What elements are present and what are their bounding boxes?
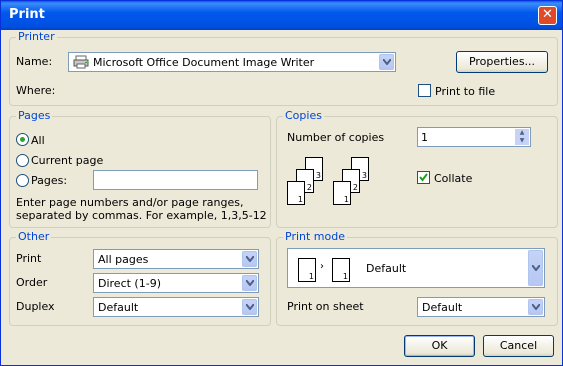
printer-legend: Printer bbox=[16, 30, 57, 43]
checkmark-icon bbox=[419, 173, 428, 182]
collate-page: 1 bbox=[333, 181, 351, 205]
other-duplex-value: Default bbox=[98, 301, 139, 314]
print-on-sheet-value: Default bbox=[422, 301, 463, 314]
print-mode-value: Default bbox=[366, 262, 407, 275]
chevron-down-icon[interactable] bbox=[242, 299, 257, 315]
print-on-sheet-select[interactable]: Default bbox=[417, 297, 545, 317]
other-order-select[interactable]: Direct (1-9) bbox=[93, 273, 259, 293]
print-mode-page-icon: 1 bbox=[332, 258, 350, 282]
title-bar[interactable]: Print ✕ bbox=[1, 1, 562, 30]
close-icon: ✕ bbox=[542, 7, 553, 22]
print-mode-group: Print mode 1 › 1 Default Print on sheet … bbox=[276, 231, 558, 326]
chevron-down-icon[interactable] bbox=[528, 250, 543, 286]
pages-current-radio[interactable] bbox=[16, 154, 29, 167]
copies-group: Copies Number of copies 1 ▲ ▼ 3 2 1 3 2 … bbox=[276, 110, 558, 228]
pages-hint-line2: separated by commas. For example, 1,3,5-… bbox=[16, 209, 267, 222]
print-to-file-checkbox[interactable] bbox=[418, 84, 431, 97]
print-mode-page-icon: 1 bbox=[298, 258, 316, 282]
chevron-down-icon[interactable] bbox=[528, 299, 543, 315]
cancel-button[interactable]: Cancel bbox=[483, 335, 554, 357]
printer-where-label: Where: bbox=[16, 84, 56, 97]
other-print-label: Print bbox=[16, 252, 42, 265]
pages-group: Pages All Current page Pages: Enter page… bbox=[9, 110, 271, 228]
other-order-value: Direct (1-9) bbox=[98, 277, 161, 290]
pages-all-radio[interactable] bbox=[16, 133, 29, 146]
other-legend: Other bbox=[16, 230, 52, 243]
ok-button[interactable]: OK bbox=[404, 335, 475, 357]
other-group: Other Print All pages Order Direct (1-9)… bbox=[9, 231, 271, 326]
collate-illustration: 3 2 1 3 2 1 bbox=[287, 157, 397, 217]
pages-all-label: All bbox=[31, 134, 45, 147]
printer-name-select[interactable]: Microsoft Office Document Image Writer bbox=[68, 52, 396, 72]
print-mode-legend: Print mode bbox=[283, 230, 347, 243]
collate-checkbox[interactable] bbox=[417, 171, 430, 184]
print-mode-select[interactable]: 1 › 1 Default bbox=[287, 248, 545, 288]
pages-current-label: Current page bbox=[31, 154, 104, 167]
pages-range-input[interactable] bbox=[93, 170, 258, 190]
collate-page: 1 bbox=[287, 181, 305, 205]
print-dialog: Print ✕ Printer Name: Microsoft Office D… bbox=[0, 0, 563, 366]
other-duplex-label: Duplex bbox=[16, 300, 55, 313]
printer-icon bbox=[73, 55, 89, 72]
window-title: Print bbox=[9, 7, 45, 22]
pages-range-label: Pages: bbox=[31, 174, 68, 187]
other-print-value: All pages bbox=[98, 253, 149, 266]
chevron-down-icon[interactable] bbox=[242, 251, 257, 267]
copies-number-label: Number of copies bbox=[287, 131, 385, 144]
print-on-sheet-label: Print on sheet bbox=[287, 300, 364, 313]
pages-range-radio[interactable] bbox=[16, 174, 29, 187]
printer-name-label: Name: bbox=[16, 55, 53, 68]
close-button[interactable]: ✕ bbox=[538, 6, 557, 25]
pages-legend: Pages bbox=[16, 109, 53, 122]
copies-legend: Copies bbox=[283, 109, 324, 122]
spin-up-icon[interactable]: ▲ bbox=[515, 129, 529, 137]
printer-group: Printer Name: Microsoft Office Document … bbox=[9, 31, 558, 106]
printer-name-value: Microsoft Office Document Image Writer bbox=[93, 56, 315, 69]
other-print-select[interactable]: All pages bbox=[93, 249, 259, 269]
chevron-down-icon[interactable] bbox=[379, 54, 394, 70]
chevron-down-icon[interactable] bbox=[242, 275, 257, 291]
pages-hint-line1: Enter page numbers and/or page ranges, bbox=[16, 196, 244, 209]
copies-number-value: 1 bbox=[421, 131, 428, 144]
dialog-client: Printer Name: Microsoft Office Document … bbox=[4, 30, 559, 364]
chevron-right-icon: › bbox=[320, 261, 324, 272]
properties-button[interactable]: Properties... bbox=[456, 51, 548, 73]
collate-label: Collate bbox=[434, 172, 473, 185]
other-duplex-select[interactable]: Default bbox=[93, 297, 259, 317]
print-to-file-label: Print to file bbox=[435, 85, 496, 98]
copies-number-spinner[interactable]: 1 ▲ ▼ bbox=[417, 127, 531, 147]
spin-down-icon[interactable]: ▼ bbox=[515, 137, 529, 145]
other-order-label: Order bbox=[16, 276, 48, 289]
